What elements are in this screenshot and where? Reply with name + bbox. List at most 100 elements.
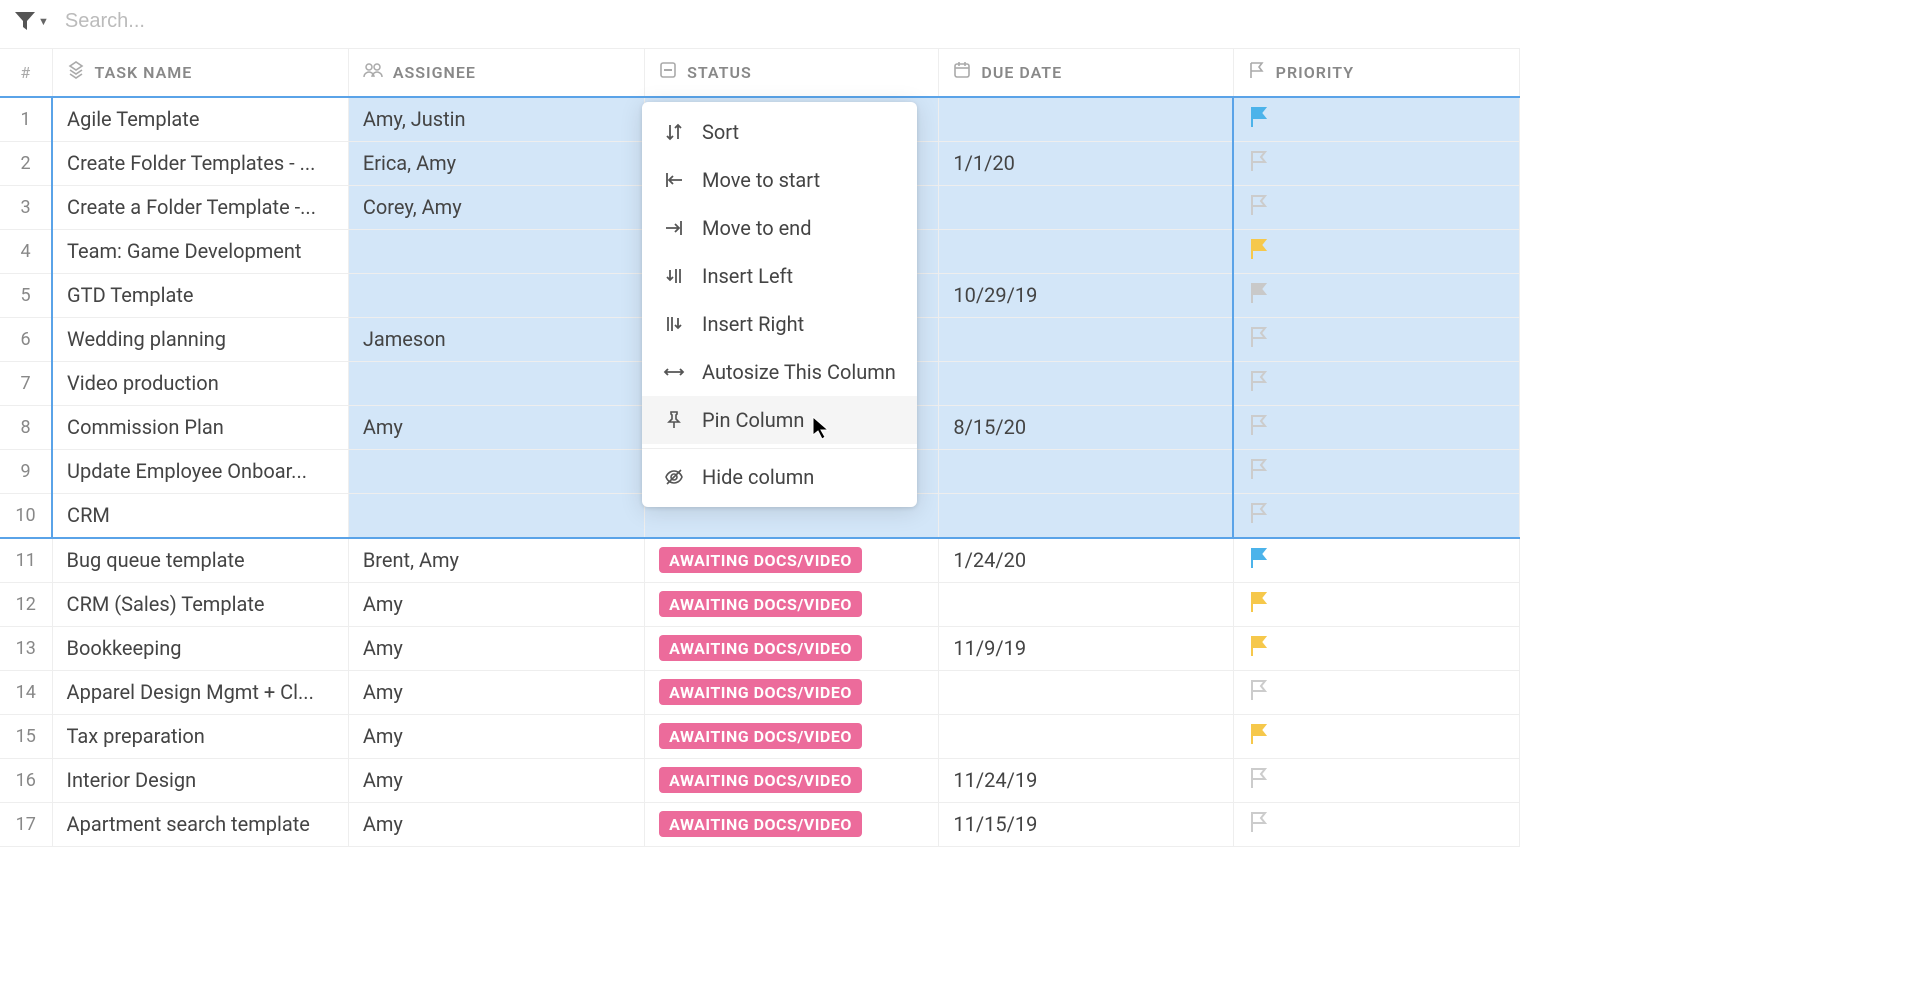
status-badge[interactable]: AWAITING DOCS/VIDEO <box>659 635 862 661</box>
task-name-cell[interactable]: Video production <box>52 361 348 405</box>
priority-cell[interactable] <box>1233 229 1519 273</box>
menu-pin-column[interactable]: Pin Column <box>642 396 917 444</box>
assignee-cell[interactable]: Brent, Amy <box>348 538 644 583</box>
assignee-cell[interactable]: Erica, Amy <box>348 141 644 185</box>
due-date-cell[interactable]: 11/24/19 <box>939 758 1233 802</box>
priority-cell[interactable] <box>1233 582 1519 626</box>
priority-cell[interactable] <box>1233 538 1519 583</box>
table-row[interactable]: 17Apartment search templateAmyAWAITING D… <box>0 802 1520 846</box>
status-badge[interactable]: AWAITING DOCS/VIDEO <box>659 723 862 749</box>
due-date-cell[interactable] <box>939 185 1233 229</box>
priority-cell[interactable] <box>1233 449 1519 493</box>
task-name-cell[interactable]: Team: Game Development <box>52 229 348 273</box>
status-cell[interactable]: AWAITING DOCS/VIDEO <box>645 802 939 846</box>
due-date-cell[interactable]: 8/15/20 <box>939 405 1233 449</box>
table-row[interactable]: 11Bug queue templateBrent, AmyAWAITING D… <box>0 538 1520 583</box>
task-name-cell[interactable]: Apartment search template <box>52 802 348 846</box>
column-header-date[interactable]: DUE DATE <box>939 49 1233 97</box>
task-name-cell[interactable]: Update Employee Onboar... <box>52 449 348 493</box>
assignee-cell[interactable]: Corey, Amy <box>348 185 644 229</box>
assignee-cell[interactable]: Jameson <box>348 317 644 361</box>
status-badge[interactable]: AWAITING DOCS/VIDEO <box>659 591 862 617</box>
priority-cell[interactable] <box>1233 626 1519 670</box>
assignee-cell[interactable] <box>348 273 644 317</box>
task-name-cell[interactable]: CRM <box>52 493 348 538</box>
due-date-cell[interactable] <box>939 97 1233 142</box>
table-row[interactable]: 16Interior DesignAmyAWAITING DOCS/VIDEO1… <box>0 758 1520 802</box>
priority-cell[interactable] <box>1233 273 1519 317</box>
assignee-cell[interactable]: Amy <box>348 405 644 449</box>
assignee-cell[interactable] <box>348 361 644 405</box>
priority-cell[interactable] <box>1233 185 1519 229</box>
status-cell[interactable]: AWAITING DOCS/VIDEO <box>645 758 939 802</box>
assignee-cell[interactable]: Amy, Justin <box>348 97 644 142</box>
task-name-cell[interactable]: Bug queue template <box>52 538 348 583</box>
assignee-cell[interactable] <box>348 493 644 538</box>
assignee-cell[interactable]: Amy <box>348 670 644 714</box>
status-badge[interactable]: AWAITING DOCS/VIDEO <box>659 547 862 573</box>
task-name-cell[interactable]: Apparel Design Mgmt + Cl... <box>52 670 348 714</box>
menu-insert-left[interactable]: Insert Left <box>642 252 917 300</box>
priority-cell[interactable] <box>1233 405 1519 449</box>
task-name-cell[interactable]: CRM (Sales) Template <box>52 582 348 626</box>
status-cell[interactable]: AWAITING DOCS/VIDEO <box>645 582 939 626</box>
due-date-cell[interactable] <box>939 670 1233 714</box>
status-badge[interactable]: AWAITING DOCS/VIDEO <box>659 679 862 705</box>
menu-insert-right[interactable]: Insert Right <box>642 300 917 348</box>
due-date-cell[interactable] <box>939 317 1233 361</box>
table-row[interactable]: 14Apparel Design Mgmt + Cl...AmyAWAITING… <box>0 670 1520 714</box>
due-date-cell[interactable] <box>939 714 1233 758</box>
assignee-cell[interactable]: Amy <box>348 758 644 802</box>
priority-cell[interactable] <box>1233 714 1519 758</box>
column-header-status[interactable]: STATUS <box>645 49 939 97</box>
priority-cell[interactable] <box>1233 670 1519 714</box>
task-name-cell[interactable]: Wedding planning <box>52 317 348 361</box>
status-cell[interactable]: AWAITING DOCS/VIDEO <box>645 538 939 583</box>
due-date-cell[interactable] <box>939 449 1233 493</box>
status-cell[interactable]: AWAITING DOCS/VIDEO <box>645 626 939 670</box>
due-date-cell[interactable]: 10/29/19 <box>939 273 1233 317</box>
table-row[interactable]: 15Tax preparationAmyAWAITING DOCS/VIDEO <box>0 714 1520 758</box>
assignee-cell[interactable]: Amy <box>348 802 644 846</box>
due-date-cell[interactable]: 1/1/20 <box>939 141 1233 185</box>
due-date-cell[interactable]: 11/15/19 <box>939 802 1233 846</box>
menu-move-to-end[interactable]: Move to end <box>642 204 917 252</box>
table-row[interactable]: 13BookkeepingAmyAWAITING DOCS/VIDEO11/9/… <box>0 626 1520 670</box>
due-date-cell[interactable]: 1/24/20 <box>939 538 1233 583</box>
priority-cell[interactable] <box>1233 758 1519 802</box>
task-name-cell[interactable]: Bookkeeping <box>52 626 348 670</box>
assignee-cell[interactable] <box>348 229 644 273</box>
task-name-cell[interactable]: Create Folder Templates - ... <box>52 141 348 185</box>
column-header-task[interactable]: TASK NAME <box>52 49 348 97</box>
task-name-cell[interactable]: Agile Template <box>52 97 348 142</box>
filter-icon[interactable]: ▼ <box>14 11 49 31</box>
menu-hide-column[interactable]: Hide column <box>642 453 917 501</box>
task-name-cell[interactable]: Commission Plan <box>52 405 348 449</box>
status-badge[interactable]: AWAITING DOCS/VIDEO <box>659 767 862 793</box>
task-name-cell[interactable]: Tax preparation <box>52 714 348 758</box>
menu-move-to-start[interactable]: Move to start <box>642 156 917 204</box>
task-name-cell[interactable]: Create a Folder Template -... <box>52 185 348 229</box>
priority-cell[interactable] <box>1233 141 1519 185</box>
assignee-cell[interactable] <box>348 449 644 493</box>
task-name-cell[interactable]: GTD Template <box>52 273 348 317</box>
due-date-cell[interactable] <box>939 229 1233 273</box>
priority-cell[interactable] <box>1233 317 1519 361</box>
assignee-cell[interactable]: Amy <box>348 714 644 758</box>
column-header-num[interactable]: # <box>0 49 52 97</box>
priority-cell[interactable] <box>1233 361 1519 405</box>
assignee-cell[interactable]: Amy <box>348 626 644 670</box>
column-header-assignee[interactable]: ASSIGNEE <box>348 49 644 97</box>
column-header-priority[interactable]: PRIORITY <box>1233 49 1519 97</box>
task-name-cell[interactable]: Interior Design <box>52 758 348 802</box>
due-date-cell[interactable]: 11/9/19 <box>939 626 1233 670</box>
due-date-cell[interactable] <box>939 361 1233 405</box>
status-badge[interactable]: AWAITING DOCS/VIDEO <box>659 811 862 837</box>
priority-cell[interactable] <box>1233 802 1519 846</box>
status-cell[interactable]: AWAITING DOCS/VIDEO <box>645 714 939 758</box>
menu-sort[interactable]: Sort <box>642 108 917 156</box>
due-date-cell[interactable] <box>939 493 1233 538</box>
due-date-cell[interactable] <box>939 582 1233 626</box>
priority-cell[interactable] <box>1233 97 1519 142</box>
assignee-cell[interactable]: Amy <box>348 582 644 626</box>
